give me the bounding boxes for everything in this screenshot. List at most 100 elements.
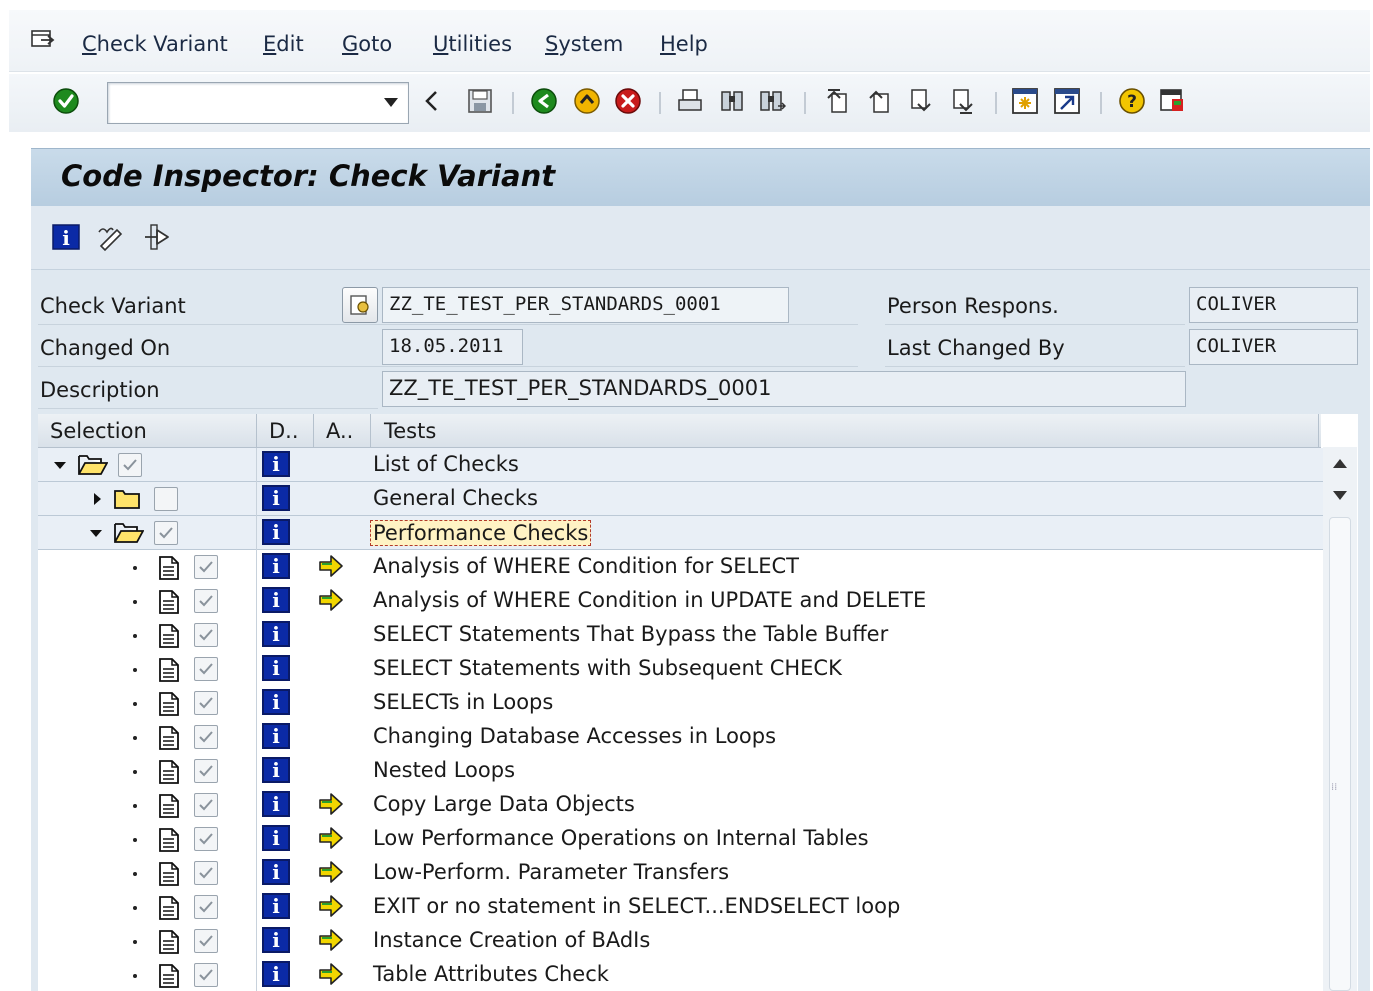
tree-row[interactable]: i Instance Creation of BAdIs bbox=[38, 924, 1325, 958]
scroll-grip-icon[interactable]: ⁞⁞ bbox=[1331, 782, 1337, 793]
help-icon[interactable]: ? bbox=[1117, 86, 1147, 116]
menu-system[interactable]: System bbox=[545, 32, 623, 56]
shortcut-icon[interactable] bbox=[1052, 86, 1082, 116]
save-icon[interactable] bbox=[465, 86, 495, 116]
selection-checkbox[interactable] bbox=[194, 555, 218, 579]
information-icon[interactable]: i bbox=[262, 961, 290, 987]
selection-checkbox[interactable] bbox=[194, 929, 218, 953]
selection-checkbox[interactable] bbox=[194, 895, 218, 919]
tree-row[interactable]: i EXIT or no statement in SELECT...ENDSEL… bbox=[38, 890, 1325, 924]
selection-checkbox[interactable] bbox=[194, 623, 218, 647]
test-name[interactable]: Analysis of WHERE Condition for SELECT bbox=[373, 554, 799, 578]
information-icon[interactable]: i bbox=[262, 553, 290, 579]
scroll-down-icon[interactable] bbox=[1333, 491, 1347, 500]
attributes-arrow-icon[interactable] bbox=[317, 859, 345, 890]
scroll-track[interactable] bbox=[1329, 517, 1351, 991]
selection-checkbox[interactable] bbox=[194, 691, 218, 715]
test-name[interactable]: General Checks bbox=[373, 486, 538, 510]
test-name[interactable]: SELECT Statements That Bypass the Table … bbox=[373, 622, 888, 646]
column-header-attributes[interactable]: A.. bbox=[326, 419, 353, 443]
tree-row[interactable]: i Performance Checks bbox=[38, 516, 1325, 550]
cancel-icon[interactable] bbox=[613, 86, 643, 116]
tree-row[interactable]: i SELECTs in Loops bbox=[38, 686, 1325, 720]
test-name[interactable]: Low Performance Operations on Internal T… bbox=[373, 826, 869, 850]
last-changed-by-field[interactable]: COLIVER bbox=[1189, 329, 1358, 365]
test-name[interactable]: EXIT or no statement in SELECT...ENDSELE… bbox=[373, 894, 900, 918]
information-icon[interactable]: i bbox=[51, 222, 81, 252]
description-field[interactable]: ZZ_TE_TEST_PER_STANDARDS_0001 bbox=[382, 371, 1186, 407]
last-page-icon[interactable] bbox=[948, 86, 978, 116]
create-session-icon[interactable] bbox=[1010, 86, 1040, 116]
scroll-up-icon[interactable] bbox=[1333, 459, 1347, 468]
back-icon[interactable] bbox=[529, 86, 559, 116]
selection-checkbox[interactable] bbox=[194, 861, 218, 885]
attributes-arrow-icon[interactable] bbox=[317, 893, 345, 924]
collapse-right-icon[interactable] bbox=[94, 493, 101, 505]
information-icon[interactable]: i bbox=[262, 859, 290, 885]
tree-row[interactable]: i SELECT Statements That Bypass the Table… bbox=[38, 618, 1325, 652]
print-icon[interactable] bbox=[675, 86, 705, 116]
tree-row[interactable]: i Copy Large Data Objects bbox=[38, 788, 1325, 822]
information-icon[interactable]: i bbox=[262, 825, 290, 851]
menu-help[interactable]: Help bbox=[660, 32, 708, 56]
information-icon[interactable]: i bbox=[262, 655, 290, 681]
selection-checkbox[interactable] bbox=[194, 725, 218, 749]
first-page-icon[interactable] bbox=[822, 86, 852, 116]
vertical-scrollbar[interactable]: ⁞⁞ bbox=[1323, 447, 1357, 991]
transfer-icon[interactable] bbox=[141, 222, 171, 252]
selection-checkbox[interactable] bbox=[118, 453, 142, 477]
enter-icon[interactable] bbox=[51, 86, 81, 116]
attributes-arrow-icon[interactable] bbox=[317, 553, 345, 584]
information-icon[interactable]: i bbox=[262, 519, 290, 545]
test-name[interactable]: Nested Loops bbox=[373, 758, 515, 782]
tree-row[interactable]: i SELECT Statements with Subsequent CHECK bbox=[38, 652, 1325, 686]
selection-checkbox[interactable] bbox=[194, 793, 218, 817]
selection-checkbox[interactable] bbox=[194, 963, 218, 987]
customize-layout-icon[interactable] bbox=[1157, 86, 1187, 116]
menu-options-icon[interactable] bbox=[29, 28, 57, 52]
test-name[interactable]: Performance Checks bbox=[370, 520, 592, 546]
information-icon[interactable]: i bbox=[262, 791, 290, 817]
selection-checkbox[interactable] bbox=[194, 827, 218, 851]
column-header-tests[interactable]: Tests bbox=[384, 419, 436, 443]
exit-icon[interactable] bbox=[572, 86, 602, 116]
attributes-arrow-icon[interactable] bbox=[317, 791, 345, 822]
information-icon[interactable]: i bbox=[262, 621, 290, 647]
next-page-icon[interactable] bbox=[906, 86, 936, 116]
attributes-arrow-icon[interactable] bbox=[317, 587, 345, 618]
person-responsible-field[interactable]: COLIVER bbox=[1189, 287, 1358, 323]
test-name[interactable]: Analysis of WHERE Condition in UPDATE an… bbox=[373, 588, 926, 612]
tree-row[interactable]: i List of Checks bbox=[38, 448, 1325, 482]
tree-row[interactable]: i Low Performance Operations on Internal … bbox=[38, 822, 1325, 856]
changed-on-field[interactable]: 18.05.2011 bbox=[382, 329, 523, 365]
selection-checkbox[interactable] bbox=[194, 589, 218, 613]
tree-row[interactable]: i Table Attributes Check bbox=[38, 958, 1325, 991]
tree-row[interactable]: i Changing Database Accesses in Loops bbox=[38, 720, 1325, 754]
test-name[interactable]: Copy Large Data Objects bbox=[373, 792, 635, 816]
menu-utilities[interactable]: Utilities bbox=[433, 32, 512, 56]
information-icon[interactable]: i bbox=[262, 689, 290, 715]
test-name[interactable]: List of Checks bbox=[373, 452, 519, 476]
test-name[interactable]: SELECT Statements with Subsequent CHECK bbox=[373, 656, 842, 680]
information-icon[interactable]: i bbox=[262, 757, 290, 783]
information-icon[interactable]: i bbox=[262, 893, 290, 919]
find-next-icon[interactable] bbox=[757, 86, 787, 116]
value-help-button[interactable] bbox=[342, 287, 378, 323]
tree-row[interactable]: i General Checks bbox=[38, 482, 1325, 516]
back-nav-icon[interactable] bbox=[417, 86, 447, 116]
menu-edit[interactable]: Edit bbox=[263, 32, 304, 56]
test-name[interactable]: Instance Creation of BAdIs bbox=[373, 928, 650, 952]
selection-checkbox[interactable] bbox=[194, 759, 218, 783]
selection-checkbox[interactable] bbox=[194, 657, 218, 681]
menu-goto[interactable]: Goto bbox=[342, 32, 392, 56]
information-icon[interactable]: i bbox=[262, 485, 290, 511]
tree-row[interactable]: i Low-Perform. Parameter Transfers bbox=[38, 856, 1325, 890]
check-variant-field[interactable]: ZZ_TE_TEST_PER_STANDARDS_0001 bbox=[382, 287, 789, 323]
chevron-down-icon[interactable] bbox=[384, 98, 398, 107]
column-header-documentation[interactable]: D.. bbox=[269, 419, 299, 443]
test-name[interactable]: Low-Perform. Parameter Transfers bbox=[373, 860, 729, 884]
information-icon[interactable]: i bbox=[262, 723, 290, 749]
tree-row[interactable]: i Analysis of WHERE Condition for SELECT bbox=[38, 550, 1325, 584]
find-icon[interactable] bbox=[717, 86, 747, 116]
selection-checkbox[interactable] bbox=[154, 487, 178, 511]
